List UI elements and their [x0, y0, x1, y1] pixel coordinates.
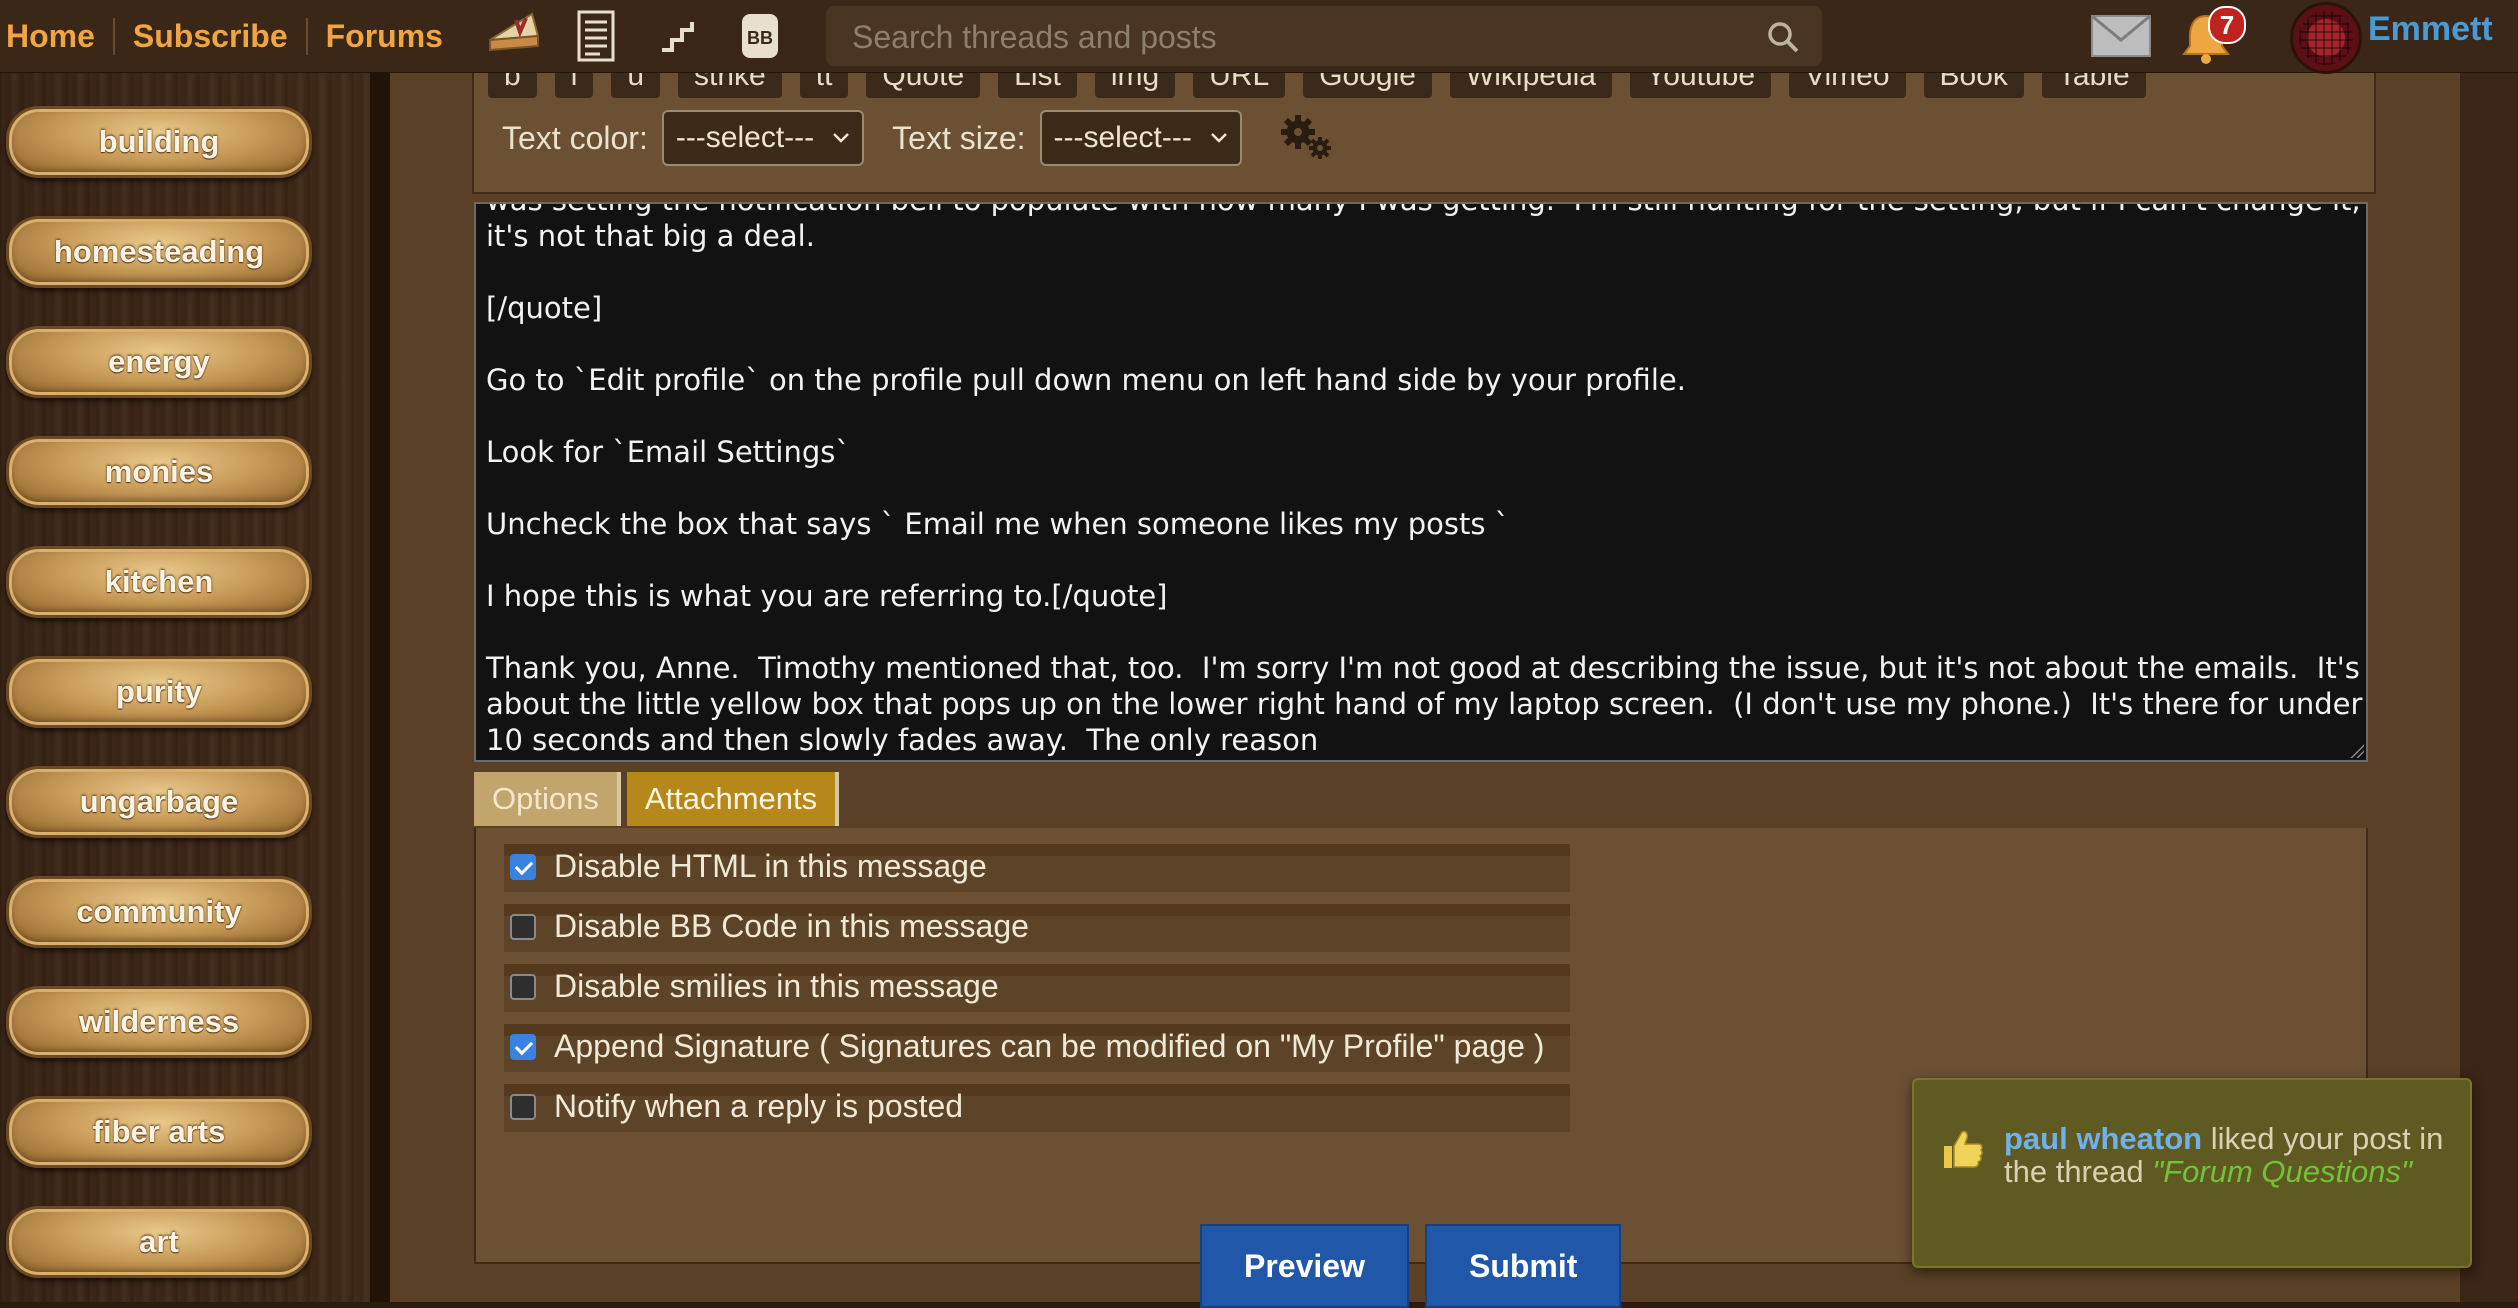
- sidebar-item-ungarbage[interactable]: ungarbage: [6, 766, 312, 838]
- sidebar-item-wilderness[interactable]: wilderness: [6, 986, 312, 1058]
- disable-smilies-checkbox[interactable]: [510, 973, 536, 1000]
- formatting-select-row: Text color: ---select--- Text size: ---s…: [502, 110, 1336, 166]
- sidebar: building homesteading energy monies kitc…: [0, 72, 370, 1302]
- bbcode-icon[interactable]: BB: [732, 8, 788, 64]
- top-bar: Home Subscribe Forums BB Search threads …: [0, 0, 2518, 74]
- action-buttons: Preview Submit: [1200, 1224, 1622, 1308]
- notify-reply-checkbox[interactable]: [510, 1093, 536, 1120]
- option-label: Disable HTML in this message: [554, 848, 987, 884]
- chevron-down-icon: [1210, 133, 1227, 143]
- option-label: Notify when a reply is posted: [554, 1088, 964, 1124]
- text-color-value: ---select---: [675, 121, 815, 154]
- message-line: Thank you, Anne. Timothy mentioned that,…: [486, 651, 2360, 685]
- tab-options[interactable]: Options: [474, 772, 621, 826]
- toast-user-link[interactable]: paul wheaton: [2004, 1121, 2202, 1156]
- nav-home-link[interactable]: Home: [6, 17, 115, 55]
- text-size-select[interactable]: ---select---: [1039, 110, 1242, 166]
- stairs-icon[interactable]: [650, 8, 706, 64]
- chevron-down-icon: [833, 133, 850, 143]
- message-line: it's not that big a deal.: [486, 219, 815, 253]
- text-size-label: Text size:: [892, 119, 1026, 156]
- text-color-label: Text color:: [502, 119, 648, 156]
- message-line: [486, 542, 2356, 578]
- sidebar-item-building[interactable]: building: [6, 106, 312, 178]
- disable-html-checkbox[interactable]: [510, 853, 536, 880]
- sidebar-item-monies[interactable]: monies: [6, 436, 312, 508]
- text-color-select[interactable]: ---select---: [661, 110, 865, 166]
- search-input[interactable]: [850, 14, 1754, 60]
- thumbs-up-icon: [1944, 1130, 1983, 1168]
- message-line: I hope this is what you are referring to…: [486, 579, 1168, 613]
- option-label: Append Signature ( Signatures can be mod…: [554, 1028, 1545, 1064]
- preview-button[interactable]: Preview: [1200, 1224, 1409, 1308]
- message-line: was setting the notification bell to pop…: [486, 204, 2361, 218]
- sidebar-item-fiber-arts[interactable]: fiber arts: [6, 1096, 312, 1168]
- toast-message: paul wheaton liked your post in the thre…: [2004, 1122, 2444, 1188]
- option-label: Disable BB Code in this message: [554, 908, 1029, 944]
- sidebar-item-community[interactable]: community: [6, 876, 312, 948]
- text-size-value: ---select---: [1053, 121, 1192, 154]
- disable-bbcode-checkbox[interactable]: [510, 913, 536, 940]
- tab-attachments[interactable]: Attachments: [626, 772, 840, 826]
- message-line: about the little yellow box that pops up…: [486, 687, 2363, 721]
- editor-tabs: Options Attachments: [474, 772, 840, 826]
- search-box: [826, 6, 1822, 66]
- append-signature-checkbox[interactable]: [510, 1033, 536, 1060]
- message-line: [486, 254, 2356, 290]
- document-list-icon[interactable]: [568, 8, 624, 64]
- sidebar-item-purity[interactable]: purity: [6, 656, 312, 728]
- message-line: [486, 326, 2356, 362]
- svg-text:BB: BB: [747, 28, 773, 48]
- option-disable-smilies[interactable]: Disable smilies in this message: [510, 968, 999, 1005]
- sidebar-item-kitchen[interactable]: kitchen: [6, 546, 312, 618]
- nav-forums-link[interactable]: Forums: [308, 18, 461, 55]
- mail-icon[interactable]: [2090, 14, 2152, 58]
- pie-icon[interactable]: [486, 8, 542, 64]
- editor-toolbar: b i u strike tt Quote List img URL Googl…: [472, 66, 2376, 194]
- toast-thread-link[interactable]: "Forum Questions": [2152, 1154, 2412, 1189]
- nav-subscribe-link[interactable]: Subscribe: [115, 17, 308, 55]
- sidebar-item-art[interactable]: art: [6, 1206, 312, 1278]
- resize-handle[interactable]: [2350, 744, 2364, 758]
- message-textarea[interactable]: was setting the notification bell to pop…: [474, 202, 2368, 762]
- option-disable-bbcode[interactable]: Disable BB Code in this message: [510, 908, 1029, 945]
- option-disable-html[interactable]: Disable HTML in this message: [510, 848, 987, 885]
- message-line: Uncheck the box that says ` Email me whe…: [486, 507, 1510, 541]
- option-notify-reply[interactable]: Notify when a reply is posted: [510, 1088, 963, 1125]
- message-line: [486, 614, 2356, 650]
- like-notification-toast[interactable]: paul wheaton liked your post in the thre…: [1912, 1078, 2472, 1268]
- gear-icon[interactable]: [1278, 112, 1336, 164]
- submit-button[interactable]: Submit: [1424, 1224, 1622, 1308]
- message-line: 10 seconds and then slowly fades away. T…: [486, 723, 1319, 757]
- option-append-signature[interactable]: Append Signature ( Signatures can be mod…: [510, 1028, 1544, 1065]
- sidebar-item-homesteading[interactable]: homesteading: [6, 216, 312, 288]
- option-label: Disable smilies in this message: [554, 968, 999, 1004]
- sidebar-item-energy[interactable]: energy: [6, 326, 312, 398]
- message-line: Look for `Email Settings`: [486, 435, 850, 469]
- message-line: [486, 470, 2356, 506]
- message-line: Go to `Edit profile` on the profile pull…: [486, 363, 1686, 397]
- username-link[interactable]: Emmett: [2368, 10, 2493, 49]
- message-line: [486, 398, 2356, 434]
- top-nav: Home Subscribe Forums: [6, 14, 461, 58]
- sidebar-divider: [370, 72, 390, 1302]
- avatar[interactable]: [2290, 2, 2362, 74]
- search-icon[interactable]: [1766, 20, 1800, 54]
- message-line: [/quote]: [486, 291, 603, 325]
- top-icon-group: BB: [486, 8, 788, 64]
- notification-count-badge[interactable]: 7: [2208, 6, 2246, 44]
